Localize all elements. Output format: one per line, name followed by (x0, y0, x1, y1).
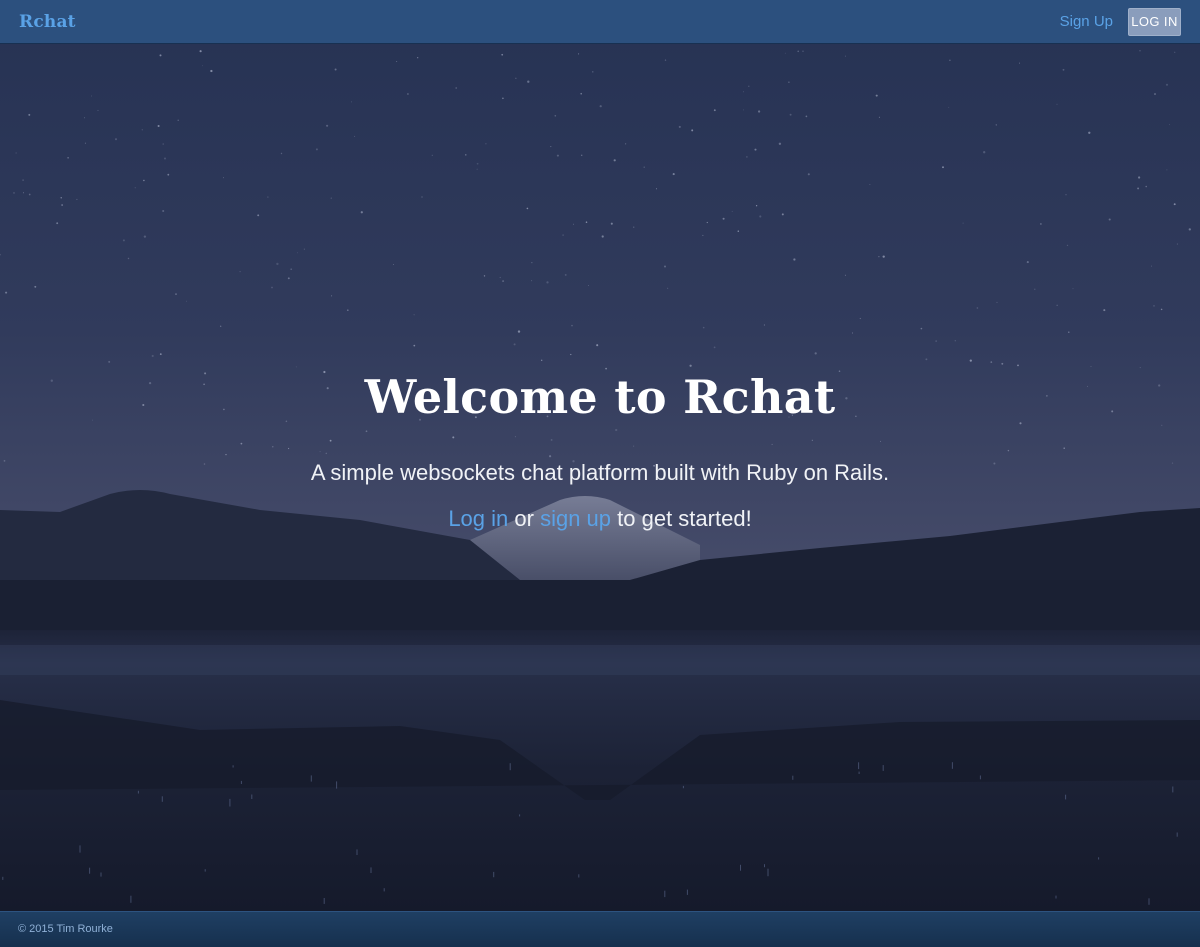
footer: © 2015 Tim Rourke (0, 911, 1200, 947)
footer-copyright: © 2015 Tim Rourke (18, 923, 113, 935)
sign-up-link[interactable]: Sign Up (1060, 13, 1113, 30)
hero-log-in-link[interactable]: Log in (448, 506, 508, 531)
hero-title: Welcome to Rchat (364, 370, 836, 424)
hero-cta-or-text: or (514, 506, 534, 531)
log-in-button[interactable]: LOG IN (1128, 8, 1181, 36)
hero-call-to-action: Log in or sign up to get started! (0, 506, 1200, 532)
hero-cta-suffix-text: to get started! (617, 506, 752, 531)
hero-sign-up-link[interactable]: sign up (540, 506, 611, 531)
brand-logo-link[interactable]: Rchat (19, 12, 76, 32)
hero-subtitle: A simple websockets chat platform built … (310, 460, 890, 485)
page: Rchat Sign Up LOG IN Welcome to Rchat A … (0, 0, 1200, 947)
hero-section: Welcome to Rchat A simple websockets cha… (0, 370, 1200, 532)
navbar: Rchat Sign Up LOG IN (0, 0, 1200, 44)
